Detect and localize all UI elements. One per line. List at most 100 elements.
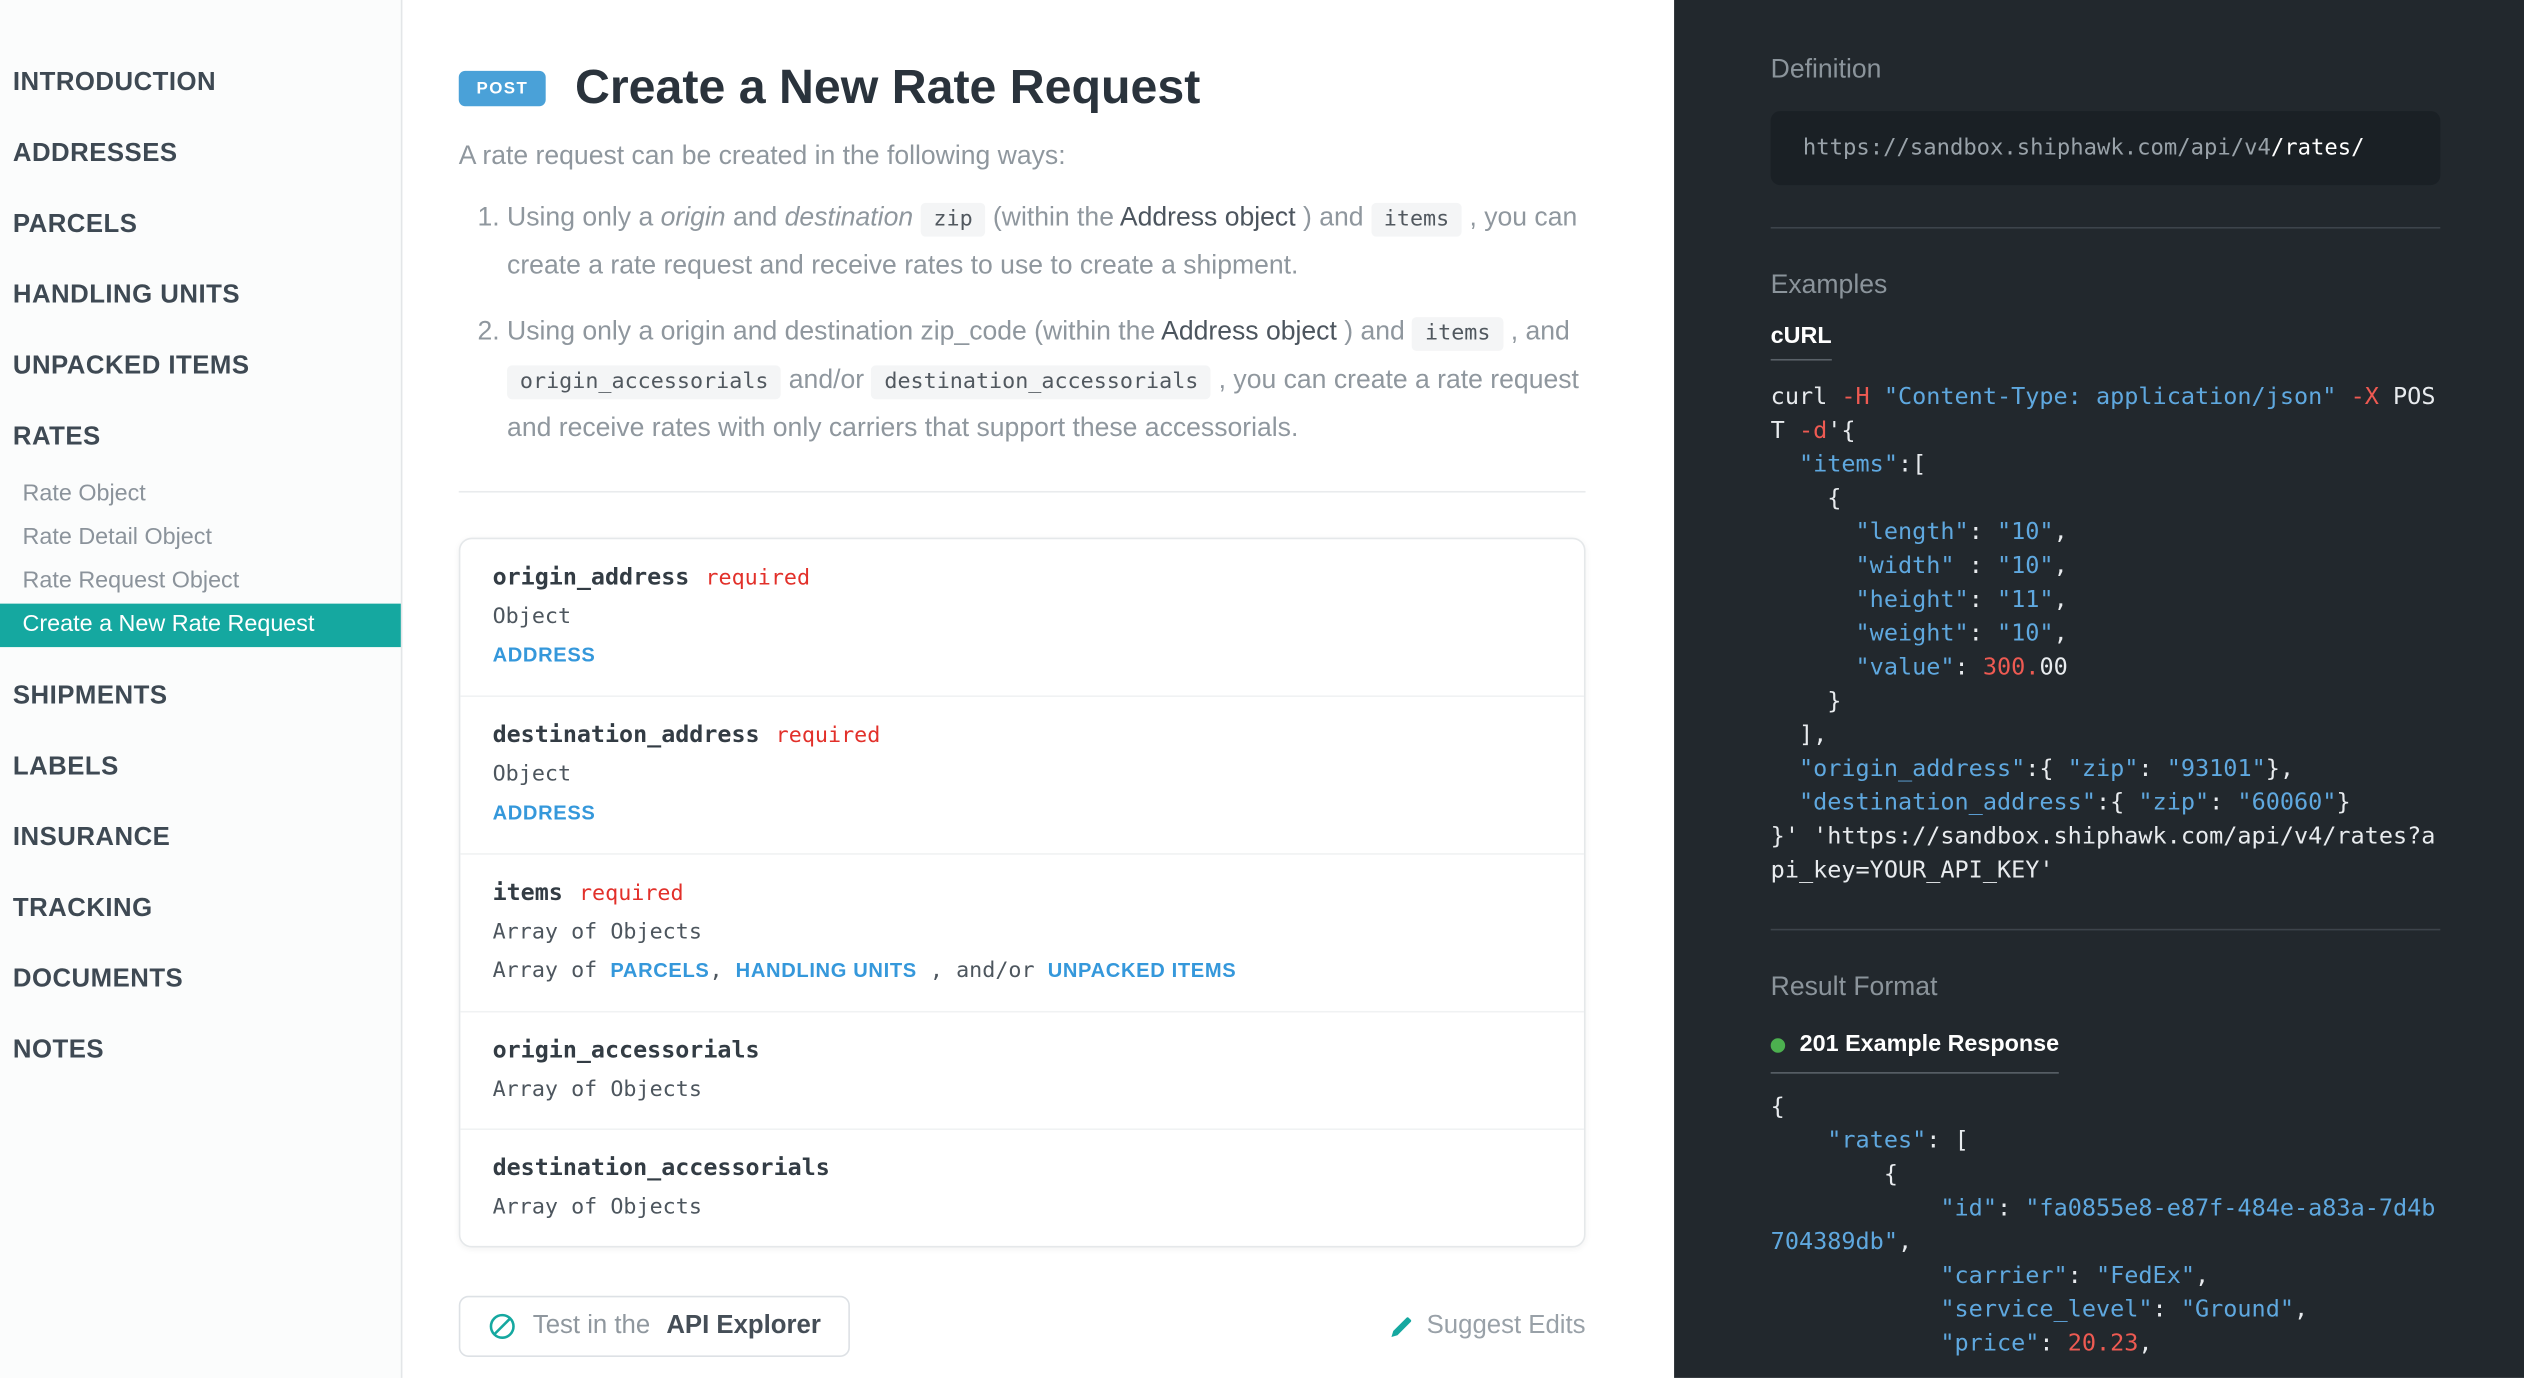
unpacked-items-link[interactable]: UNPACKED ITEMS (1048, 960, 1237, 983)
examples-heading: Examples (1771, 270, 2441, 301)
sidebar-item-rate-detail-object[interactable]: Rate Detail Object (0, 517, 401, 560)
sidebar-item-insurance[interactable]: INSURANCE (0, 803, 401, 874)
suggest-edits-link[interactable]: Suggest Edits (1390, 1313, 1586, 1342)
sidebar-item-handling-units[interactable]: HANDLING UNITS (0, 261, 401, 332)
param-row-origin-accessorials: origin_accessorials Array of Objects (460, 1013, 1584, 1131)
sidebar-item-rates[interactable]: RATES (0, 402, 401, 473)
parcels-link[interactable]: PARCELS (610, 960, 709, 983)
text-segment: Array of (493, 958, 611, 984)
sidebar-item-rate-object[interactable]: Rate Object (0, 473, 401, 516)
test-api-explorer-button[interactable]: Test in the API Explorer (459, 1297, 850, 1358)
divider (1771, 227, 2441, 229)
sidebar-item-introduction[interactable]: INTRODUCTION (0, 48, 401, 119)
divider (1771, 929, 2441, 931)
text-segment: , and/or (917, 958, 1048, 984)
text-segment: origin_accessorials (507, 366, 781, 400)
sidebar-item-notes[interactable]: NOTES (0, 1016, 401, 1087)
sidebar-rates-subitems: Rate Object Rate Detail Object Rate Requ… (0, 473, 401, 647)
param-type: Array of Objects (493, 1195, 1552, 1221)
address-link[interactable]: ADDRESS (493, 645, 596, 668)
definition-heading: Definition (1771, 55, 2441, 86)
list-item: Using only a origin and destination zip … (507, 195, 1585, 291)
text-segment: destination (785, 203, 913, 232)
text-segment: and (726, 203, 785, 232)
param-links: ADDRESS (493, 641, 1552, 670)
param-name: destination_accessorials (493, 1156, 830, 1182)
param-required-flag: required (579, 881, 684, 907)
param-head: items required (493, 880, 1552, 909)
text-segment: Using only a origin and destination zip_… (507, 318, 1161, 347)
endpoint-host: https://sandbox.shiphawk.com/api/v4 (1803, 135, 2271, 161)
ways-list: Using only a origin and destination zip … (459, 195, 1586, 453)
page-title: Create a New Rate Request (575, 61, 1200, 116)
sidebar-item-documents[interactable]: DOCUMENTS (0, 945, 401, 1016)
param-row-items: itemsrequired Array of Objects Array of … (460, 855, 1584, 1013)
param-type: Object (493, 762, 1552, 788)
test-button-label: Test in the (533, 1313, 650, 1342)
api-explorer-icon (488, 1313, 517, 1342)
param-name: destination_address (493, 723, 760, 749)
intro-text: A rate request can be created in the fol… (459, 142, 1586, 173)
endpoint-path: /rates/ (2271, 135, 2365, 161)
param-links: ADDRESS (493, 799, 1552, 828)
response-status-toggle[interactable]: 201 Example Response (1771, 1032, 2059, 1074)
text-segment: Address object (1120, 203, 1296, 232)
param-name: origin_address (493, 566, 690, 592)
tab-curl[interactable]: cURL (1771, 324, 1832, 361)
pencil-icon (1390, 1315, 1414, 1339)
sidebar-item-labels[interactable]: LABELS (0, 732, 401, 803)
test-button-label-strong: API Explorer (666, 1313, 821, 1342)
param-head: origin_accessorials (493, 1037, 1552, 1066)
param-type: Array of Objects (493, 1078, 1552, 1104)
sidebar-item-unpacked-items[interactable]: UNPACKED ITEMS (0, 332, 401, 403)
handling-units-link[interactable]: HANDLING UNITS (736, 960, 917, 983)
param-row-destination-address: destination_addressrequired Object ADDRE… (460, 698, 1584, 856)
sidebar-item-create-a-new-rate-request[interactable]: Create a New Rate Request (0, 604, 401, 647)
text-segment: and/or (781, 366, 871, 395)
param-name: items (493, 881, 563, 907)
param-row-destination-accessorials: destination_accessorials Array of Object… (460, 1131, 1584, 1247)
endpoint-url: https://sandbox.shiphawk.com/api/v4/rate… (1771, 111, 2441, 185)
doc-content: POST Create a New Rate Request A rate re… (404, 0, 1674, 1378)
api-docs-page: INTRODUCTION ADDRESSES PARCELS HANDLING … (0, 0, 2524, 1378)
text-segment: zip (921, 203, 986, 237)
sidebar-item-tracking[interactable]: TRACKING (0, 874, 401, 945)
response-status-label: 201 Example Response (1800, 1032, 2059, 1058)
text-segment: (within the (986, 203, 1120, 232)
param-type: Array of Objects (493, 920, 1552, 946)
suggest-edits-label: Suggest Edits (1427, 1313, 1586, 1342)
list-item: Using only a origin and destination zip_… (507, 310, 1585, 453)
sidebar: INTRODUCTION ADDRESSES PARCELS HANDLING … (0, 0, 402, 1378)
text-segment: ) and (1337, 318, 1412, 347)
text-segment: ) and (1296, 203, 1371, 232)
title-row: POST Create a New Rate Request (459, 61, 1586, 116)
text-segment: items (1412, 318, 1503, 352)
http-method-badge: POST (459, 71, 546, 106)
param-head: destination_accessorials (493, 1155, 1552, 1184)
param-head: destination_addressrequired (493, 722, 1552, 751)
address-link[interactable]: ADDRESS (493, 802, 596, 825)
sidebar-item-addresses[interactable]: ADDRESSES (0, 119, 401, 190)
sidebar-item-shipments[interactable]: SHIPMENTS (0, 662, 401, 733)
body-params-card: origin_address required Object ADDRESS de… (459, 538, 1586, 1248)
divider (459, 492, 1586, 494)
sidebar-item-parcels[interactable]: PARCELS (0, 190, 401, 261)
text-segment: Address object (1161, 318, 1337, 347)
code-panel: Definition https://sandbox.shiphawk.com/… (1674, 0, 2524, 1378)
status-dot-icon (1771, 1037, 1785, 1051)
sidebar-item-rate-request-object[interactable]: Rate Request Object (0, 560, 401, 603)
curl-code-block: curl -H "Content-Type: application/json"… (1771, 380, 2441, 887)
text-segment: , (710, 958, 736, 984)
param-head: origin_address required (493, 564, 1552, 593)
actions-row: Test in the API Explorer Suggest Edits (459, 1297, 1586, 1358)
text-segment (913, 203, 920, 232)
text-segment: items (1371, 203, 1462, 237)
param-name: origin_accessorials (493, 1039, 760, 1065)
text-segment: Using only a (507, 203, 661, 232)
param-row-origin-address: origin_addressrequired Object ADDRESS (460, 540, 1584, 698)
response-code-block: { "rates": [ { "id": "fa0855e8-e87f-484e… (1771, 1090, 2441, 1360)
param-required-flag: required (705, 566, 810, 592)
text-segment: destination_accessorials (872, 366, 1212, 400)
text-segment: , and (1503, 318, 1569, 347)
text-segment: origin (661, 203, 726, 232)
